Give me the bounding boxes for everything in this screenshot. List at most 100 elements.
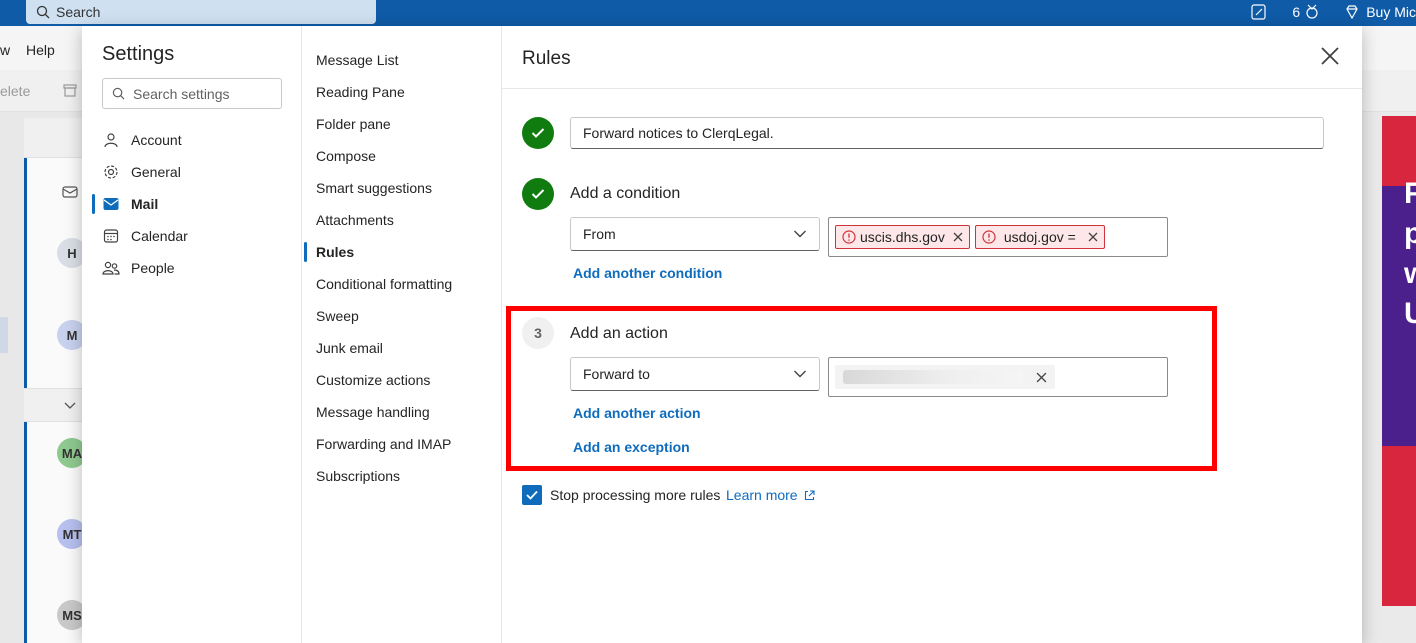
subcategory-subscriptions[interactable]: Subscriptions — [316, 466, 400, 486]
rewards-count: 6 — [1292, 4, 1301, 20]
mail-icon — [102, 195, 120, 213]
chevron-down-icon — [794, 230, 806, 238]
subcategory-rules[interactable]: Rules — [316, 242, 354, 262]
action-field-dropdown[interactable]: Forward to — [570, 357, 820, 391]
add-condition-link[interactable]: Add another condition — [573, 265, 722, 281]
category-people[interactable]: People — [102, 256, 175, 280]
category-general[interactable]: General — [102, 160, 181, 184]
buy-button[interactable]: Buy Mic — [1344, 4, 1416, 20]
settings-categories: Settings Search settings Account General… — [82, 26, 302, 643]
chevron-down-icon — [64, 402, 76, 409]
remove-chip-icon[interactable] — [953, 232, 963, 242]
settings-dialog: Settings Search settings Account General… — [82, 26, 1362, 643]
remove-chip-icon[interactable] — [1088, 232, 1098, 242]
close-button[interactable] — [1318, 44, 1342, 68]
category-label: Calendar — [131, 228, 188, 244]
condition-heading: Add a condition — [570, 185, 681, 202]
close-icon — [1321, 47, 1339, 65]
category-calendar[interactable]: Calendar — [102, 224, 188, 248]
search-icon — [112, 87, 125, 100]
chip-label: uscis.dhs.gov — [860, 229, 945, 245]
settings-search-placeholder: Search settings — [133, 85, 230, 102]
notes-icon[interactable] — [1250, 3, 1268, 21]
list-header — [24, 118, 82, 158]
warning-icon — [982, 230, 996, 244]
action-heading: Add an action — [570, 325, 668, 342]
category-label: Mail — [131, 196, 159, 212]
subcategory-message-handling[interactable]: Message handling — [316, 402, 430, 422]
calendar-icon — [102, 227, 120, 245]
people-icon — [102, 259, 120, 277]
archive-icon[interactable] — [62, 82, 78, 98]
subcategory-attachments[interactable]: Attachments — [316, 210, 394, 230]
rule-name-input[interactable]: Forward notices to ClerqLegal. — [570, 117, 1324, 149]
ad-text: FpwU — [1404, 177, 1416, 330]
subcategory-junk-email[interactable]: Junk email — [316, 338, 383, 358]
external-link-icon — [804, 489, 815, 500]
category-label: General — [131, 164, 181, 180]
step-number-badge: 3 — [522, 317, 554, 349]
menu-view-partial[interactable]: w — [0, 42, 10, 58]
category-label: People — [131, 260, 175, 276]
menu-help[interactable]: Help — [26, 42, 55, 58]
subcategory-message-list[interactable]: Message List — [316, 50, 398, 70]
condition-field-value: From — [583, 226, 616, 242]
recipient-chip-redacted[interactable] — [835, 365, 1055, 389]
subcategory-reading-pane[interactable]: Reading Pane — [316, 82, 405, 102]
subcategory-forwarding-imap[interactable]: Forwarding and IMAP — [316, 434, 451, 454]
subcategory-compose[interactable]: Compose — [316, 146, 376, 166]
nav-selected-marker — [0, 317, 8, 353]
medal-icon — [1306, 4, 1318, 19]
subcategory-conditional-formatting[interactable]: Conditional formatting — [316, 274, 452, 294]
advertisement[interactable]: FpwU — [1382, 116, 1416, 606]
rules-title: Rules — [522, 48, 571, 69]
gear-icon — [102, 163, 120, 181]
person-icon — [102, 131, 120, 149]
active-subcategory-indicator — [304, 242, 307, 262]
redacted-recipient — [843, 370, 1023, 384]
active-category-indicator — [92, 194, 95, 214]
message-list-background — [24, 118, 82, 643]
category-mail[interactable]: Mail — [102, 192, 158, 216]
step-complete-badge — [522, 117, 554, 149]
envelope-icon — [62, 184, 78, 205]
learn-more-label: Learn more — [726, 487, 798, 503]
add-action-link[interactable]: Add another action — [573, 405, 701, 421]
checkmark-icon — [531, 189, 545, 199]
learn-more-link[interactable]: Learn more — [726, 487, 815, 503]
ad-banner-bottom — [1382, 446, 1416, 606]
remove-chip-icon[interactable] — [1036, 372, 1047, 383]
global-search-placeholder: Search — [56, 4, 101, 20]
outlook-topbar: Search 6 Buy Mic — [0, 0, 1416, 26]
category-label: Account — [131, 132, 182, 148]
condition-chip[interactable]: usdoj.gov = — [974, 225, 1105, 249]
chip-label: usdoj.gov = — [1003, 229, 1076, 245]
condition-chip[interactable]: uscis.dhs.gov — [835, 225, 970, 249]
mail-subcategories: Message List Reading Pane Folder pane Co… — [302, 26, 502, 643]
group-header[interactable] — [24, 388, 82, 422]
chevron-down-icon — [794, 370, 806, 378]
subcategory-sweep[interactable]: Sweep — [316, 306, 359, 326]
rewards-button[interactable]: 6 — [1292, 4, 1320, 20]
stop-processing-checkbox[interactable] — [522, 485, 542, 505]
subcategory-customize-actions[interactable]: Customize actions — [316, 370, 430, 390]
category-account[interactable]: Account — [102, 128, 182, 152]
action-recipient-box[interactable] — [828, 357, 1168, 397]
add-exception-link[interactable]: Add an exception — [573, 439, 690, 455]
checkmark-icon — [526, 490, 538, 500]
condition-value-box[interactable]: uscis.dhs.gov usdoj.gov = — [828, 217, 1168, 257]
search-icon — [36, 5, 50, 19]
subcategory-folder-pane[interactable]: Folder pane — [316, 114, 391, 134]
settings-title: Settings — [102, 43, 175, 65]
stop-processing-label: Stop processing more rules — [550, 487, 721, 503]
warning-icon — [842, 230, 856, 244]
global-search[interactable]: Search — [26, 0, 376, 24]
buy-label: Buy Mic — [1366, 4, 1416, 20]
subcategory-smart-suggestions[interactable]: Smart suggestions — [316, 178, 432, 198]
condition-field-dropdown[interactable]: From — [570, 217, 820, 251]
header-divider — [502, 88, 1362, 89]
topbar-right: 6 Buy Mic — [1226, 0, 1416, 24]
settings-search-input[interactable]: Search settings — [102, 78, 282, 109]
delete-button[interactable]: elete — [0, 83, 30, 99]
action-field-value: Forward to — [583, 366, 650, 382]
